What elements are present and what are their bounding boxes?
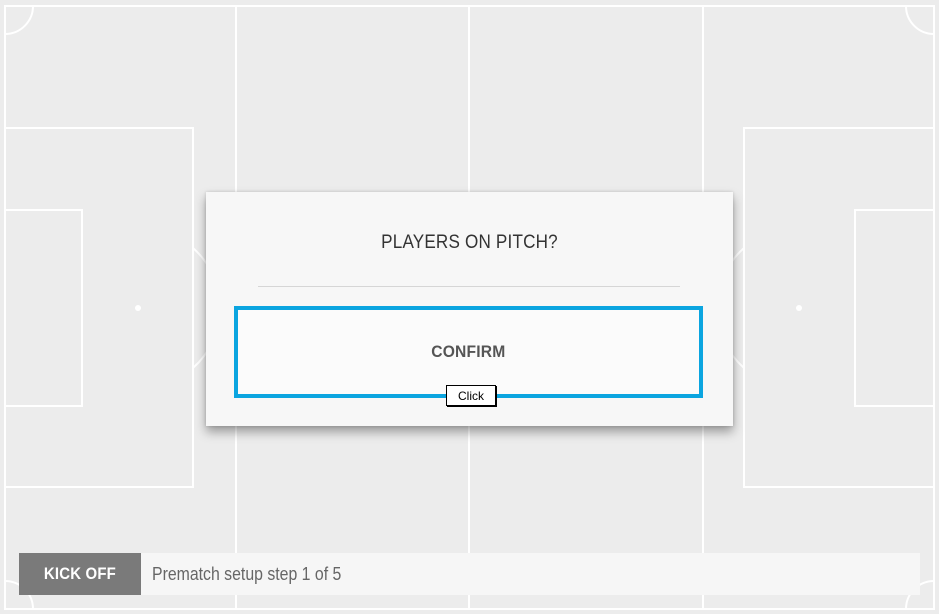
status-bar: KICK OFF Prematch setup step 1 of 5	[19, 553, 920, 595]
kickoff-button-label: KICK OFF	[43, 564, 117, 583]
penalty-spot-left	[135, 305, 141, 311]
penalty-area-right	[743, 127, 935, 488]
penalty-area-left	[4, 127, 194, 488]
dialog-divider	[258, 286, 680, 287]
match-setup-screen: PLAYERS ON PITCH? CONFIRM Click KICK OFF…	[0, 0, 939, 614]
click-tooltip: Click	[446, 385, 496, 406]
goal-area-left	[4, 209, 83, 407]
corner-arc-top-right	[905, 5, 935, 35]
penalty-spot-right	[796, 305, 802, 311]
kickoff-button[interactable]: KICK OFF	[19, 553, 141, 595]
setup-step-status: Prematch setup step 1 of 5	[152, 564, 342, 584]
dialog-title: PLAYERS ON PITCH?	[381, 232, 558, 253]
confirm-button-label: CONFIRM	[431, 342, 506, 361]
corner-arc-top-left	[4, 5, 34, 35]
goal-area-right	[854, 209, 935, 407]
